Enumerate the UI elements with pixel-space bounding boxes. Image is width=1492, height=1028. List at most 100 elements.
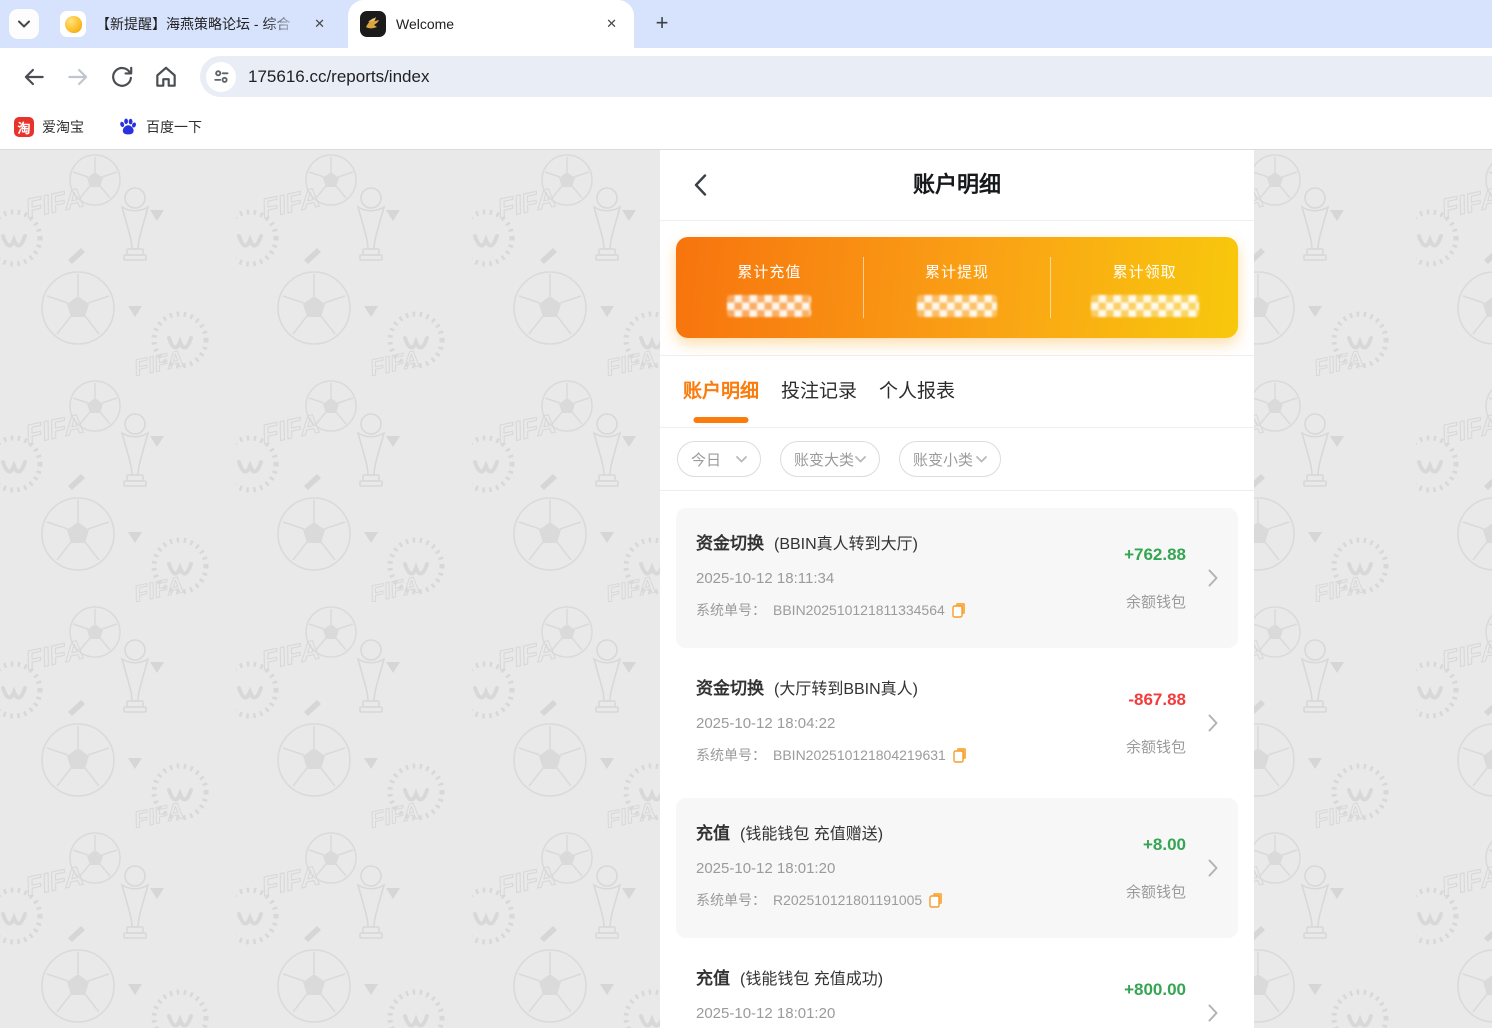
txn-amount-block: +762.88 余额钱包	[1124, 524, 1218, 632]
txn-title: 资金切换 (BBIN真人转到大厅)	[696, 529, 966, 554]
txn-type: 资金切换	[696, 534, 764, 553]
chevron-right-icon	[1208, 714, 1218, 732]
transaction-row[interactable]: 充值 (钱能钱包 充值成功) 2025-10-12 18:01:20 +800.0…	[676, 943, 1238, 1028]
txn-title: 充值 (钱能钱包 充值成功)	[696, 964, 883, 989]
transaction-row[interactable]: 充值 (钱能钱包 充值赠送) 2025-10-12 18:01:20 系统单号： …	[676, 798, 1238, 938]
total-recharge: 累计充值	[676, 237, 863, 338]
gold-pegasus-icon	[366, 17, 379, 29]
total-withdraw-value-blurred	[917, 295, 997, 317]
new-tab-button[interactable]: +	[648, 10, 676, 38]
copy-icon	[952, 603, 965, 618]
txn-datetime: 2025-10-12 18:01:20	[696, 1005, 836, 1022]
address-bar[interactable]: 175616.cc/reports/index	[200, 56, 1492, 97]
chevron-right-icon	[1208, 569, 1218, 587]
chevron-right-icon	[1208, 859, 1218, 877]
txn-amount: +8.00	[1142, 834, 1186, 854]
copy-icon	[953, 748, 966, 763]
total-recharge-value-blurred	[727, 295, 812, 317]
filter-minor-type-label: 账变小类	[913, 451, 974, 469]
totals-card: 累计充值 累计提现 累计领取	[676, 237, 1238, 338]
report-tabs: 账户明细 投注记录 个人报表	[660, 356, 1254, 428]
back-icon[interactable]	[21, 64, 47, 90]
tab-personal-report[interactable]: 个人报表	[879, 356, 955, 427]
page-background: FIFA FIFA	[0, 150, 1492, 1028]
account-detail-panel: 账户明细 累计充值 累计提现 累计领取 账户明细 投注记录 个人报表 今日 账变…	[660, 150, 1254, 1028]
bookmark-aitaobao[interactable]: 淘 爱淘宝	[14, 117, 84, 137]
url-text[interactable]: 175616.cc/reports/index	[248, 67, 429, 87]
txn-detail: (BBIN真人转到大厅)	[774, 536, 919, 553]
reload-icon[interactable]	[109, 64, 135, 90]
txn-amount-block: -867.88 余额钱包	[1126, 669, 1218, 777]
txn-datetime: 2025-10-12 18:11:34	[696, 570, 835, 587]
txn-order-no: BBIN202510121804219631	[773, 747, 946, 763]
filter-row: 今日 账变大类 账变小类	[660, 428, 1254, 491]
total-claim-value-blurred	[1090, 295, 1199, 317]
site-info-button[interactable]	[206, 61, 236, 92]
bookmark-baidu[interactable]: 百度一下	[118, 117, 202, 137]
copy-button[interactable]	[929, 892, 943, 908]
transaction-row[interactable]: 资金切换 (大厅转到BBIN真人) 2025-10-12 18:04:22 系统单…	[676, 653, 1238, 793]
txn-amount: -867.88	[1128, 689, 1186, 709]
home-icon[interactable]	[153, 64, 179, 90]
txn-title: 资金切换 (大厅转到BBIN真人)	[696, 674, 967, 699]
txn-wallet: 余额钱包	[1125, 593, 1186, 611]
copy-button[interactable]	[952, 602, 966, 618]
chevron-down-icon	[736, 455, 747, 463]
bookmark-label: 爱淘宝	[42, 119, 84, 135]
tab-close-icon[interactable]: ✕	[603, 14, 620, 34]
txn-info: 资金切换 (大厅转到BBIN真人) 2025-10-12 18:04:22 系统单…	[696, 669, 967, 777]
txn-order-row: 系统单号： R202510121801191005	[696, 890, 943, 910]
txn-order-label: 系统单号：	[696, 747, 766, 763]
bookmarks-bar: 淘 爱淘宝 百度一下	[0, 105, 1492, 150]
txn-order-label: 系统单号：	[696, 602, 766, 618]
page-title: 账户明细	[912, 172, 1001, 197]
browser-toolbar: 175616.cc/reports/index	[0, 48, 1492, 105]
txn-type: 资金切换	[696, 679, 764, 698]
tab-title: 【新提醒】海燕策略论坛 - 综合	[96, 16, 291, 32]
summary-section: 累计充值 累计提现 累计领取	[660, 221, 1254, 356]
forum-favicon-blob	[64, 15, 82, 33]
txn-order-label: 系统单号：	[696, 892, 766, 908]
txn-datetime: 2025-10-12 18:04:22	[696, 715, 836, 732]
tab-account-detail[interactable]: 账户明细	[683, 356, 759, 427]
total-recharge-label: 累计充值	[737, 264, 802, 281]
transaction-row[interactable]: 资金切换 (BBIN真人转到大厅) 2025-10-12 18:11:34 系统单…	[676, 508, 1238, 648]
taobao-icon: 淘	[14, 117, 34, 137]
welcome-favicon	[360, 11, 386, 37]
forum-favicon	[60, 11, 86, 37]
filter-major-type-dropdown[interactable]: 账变大类	[780, 441, 880, 477]
tab-bet-records[interactable]: 投注记录	[781, 356, 857, 427]
chevron-right-icon	[1208, 1004, 1218, 1022]
txn-amount-block: +8.00 余额钱包	[1126, 814, 1218, 922]
site-settings-icon	[213, 70, 229, 83]
tab-close-icon[interactable]: ✕	[311, 14, 328, 34]
browser-tab-forum[interactable]: 【新提醒】海燕策略论坛 - 综合 ✕	[46, 0, 338, 48]
filter-date-label: 今日	[691, 451, 722, 469]
txn-info: 充值 (钱能钱包 充值赠送) 2025-10-12 18:01:20 系统单号： …	[696, 814, 943, 922]
copy-icon	[929, 893, 943, 908]
filter-minor-type-dropdown[interactable]: 账变小类	[899, 441, 1001, 477]
total-withdraw-label: 累计提现	[925, 264, 990, 281]
panel-header: 账户明细	[660, 150, 1254, 221]
copy-button[interactable]	[953, 747, 967, 763]
total-withdraw: 累计提现	[864, 237, 1051, 338]
txn-detail: (大厅转到BBIN真人)	[774, 681, 919, 698]
filter-date-dropdown[interactable]: 今日	[677, 441, 761, 477]
browser-tab-strip: 【新提醒】海燕策略论坛 - 综合 ✕ Welcome ✕ +	[0, 0, 1492, 48]
chevron-down-icon	[976, 455, 987, 463]
txn-info: 资金切换 (BBIN真人转到大厅) 2025-10-12 18:11:34 系统单…	[696, 524, 966, 632]
chevron-down-icon	[18, 20, 30, 28]
tab-search-button[interactable]	[9, 9, 39, 39]
total-claim-label: 累计领取	[1112, 264, 1177, 281]
txn-datetime: 2025-10-12 18:01:20	[696, 860, 836, 877]
transaction-list: 资金切换 (BBIN真人转到大厅) 2025-10-12 18:11:34 系统单…	[660, 491, 1254, 1028]
baidu-paw-icon	[120, 118, 136, 135]
browser-tab-welcome[interactable]: Welcome ✕	[348, 0, 634, 48]
txn-title: 充值 (钱能钱包 充值赠送)	[696, 819, 943, 844]
txn-type: 充值	[696, 824, 730, 843]
txn-amount: +762.88	[1124, 544, 1186, 564]
forward-icon[interactable]	[65, 64, 91, 90]
tab-title: Welcome	[396, 16, 455, 32]
txn-amount: +800.00	[1124, 979, 1186, 999]
txn-order-row: 系统单号： BBIN202510121804219631	[696, 745, 967, 765]
